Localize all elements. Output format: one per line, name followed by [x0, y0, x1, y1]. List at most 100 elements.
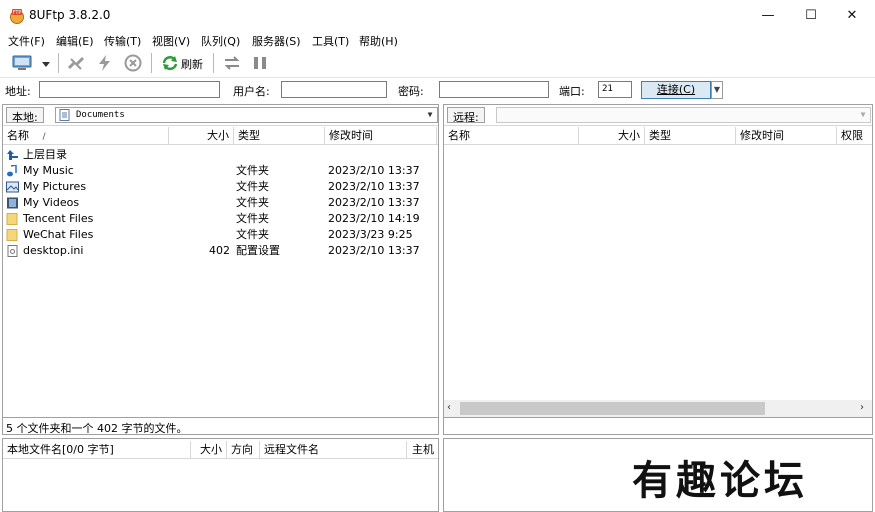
- chevron-down-icon: ▼: [713, 85, 721, 94]
- col-name[interactable]: 名称 /: [3, 127, 169, 145]
- folder-icon: [6, 213, 18, 225]
- file-type: 配置设置: [236, 244, 280, 257]
- file-modified: 2023/3/23 9:25: [328, 228, 413, 241]
- address-label: 地址:: [5, 85, 31, 98]
- list-item[interactable]: My Pictures 文件夹 2023/2/10 13:37: [3, 179, 438, 195]
- refresh-icon: [162, 56, 178, 71]
- port-input[interactable]: 21: [598, 81, 632, 98]
- connect-dropdown-button[interactable]: ▼: [711, 81, 723, 99]
- toolbar: 刷新: [0, 49, 875, 78]
- remote-status-bar: [443, 418, 873, 435]
- cancel-icon[interactable]: [123, 53, 143, 73]
- menu-transfer[interactable]: 传输(T): [104, 33, 141, 49]
- remote-label: 远程:: [447, 107, 485, 124]
- file-name: Tencent Files: [23, 212, 94, 225]
- menu-queue[interactable]: 队列(Q): [201, 33, 240, 49]
- col-direction[interactable]: 方向: [227, 441, 260, 459]
- document-icon: [59, 109, 70, 121]
- menu-view[interactable]: 视图(V): [152, 33, 190, 49]
- list-item[interactable]: WeChat Files 文件夹 2023/3/23 9:25: [3, 227, 438, 243]
- window-title: 8UFtp 3.8.2.0: [29, 8, 111, 22]
- col-modified[interactable]: 修改时间: [325, 127, 437, 145]
- watermark: 有趣论坛: [632, 457, 808, 504]
- col-local-filename[interactable]: 本地文件名[0/0 字节]: [3, 441, 191, 459]
- chevron-down-icon[interactable]: ▼: [856, 108, 870, 122]
- file-type: 文件夹: [236, 164, 269, 177]
- minimize-button[interactable]: —: [752, 4, 784, 28]
- connect-button[interactable]: 连接(C): [641, 81, 711, 99]
- site-manager-icon[interactable]: [11, 53, 35, 73]
- list-item[interactable]: Tencent Files 文件夹 2023/2/10 14:19: [3, 211, 438, 227]
- ini-file-icon: [7, 245, 18, 257]
- list-item[interactable]: desktop.ini 402 配置设置 2023/2/10 13:37: [3, 243, 438, 259]
- file-size: 402: [209, 244, 230, 257]
- file-name: 上层目录: [23, 148, 67, 161]
- scroll-left-icon[interactable]: ‹: [447, 402, 451, 413]
- file-name: desktop.ini: [23, 244, 84, 257]
- list-item[interactable]: 上层目录: [3, 147, 438, 163]
- app-logo-icon: FTP: [10, 9, 24, 24]
- username-input[interactable]: [281, 81, 387, 98]
- address-input[interactable]: [39, 81, 220, 98]
- chevron-down-icon[interactable]: ▼: [423, 108, 437, 122]
- queue-header: 本地文件名[0/0 字节] 大小 方向 远程文件名 主机: [3, 441, 438, 459]
- col-name-label: 名称: [7, 129, 29, 142]
- list-item[interactable]: My Videos 文件夹 2023/2/10 13:37: [3, 195, 438, 211]
- file-modified: 2023/2/10 13:37: [328, 196, 420, 209]
- col-type[interactable]: 类型: [645, 127, 736, 145]
- col-size[interactable]: 大小: [191, 441, 227, 459]
- pause-icon[interactable]: [251, 53, 269, 73]
- connection-bar: 地址: 用户名: 密码: 端口: 21: [0, 79, 875, 101]
- port-label: 端口:: [559, 85, 585, 98]
- col-type[interactable]: 类型: [234, 127, 325, 145]
- file-modified: 2023/2/10 13:37: [328, 244, 420, 257]
- file-modified: 2023/2/10 14:19: [328, 212, 420, 225]
- file-modified: 2023/2/10 13:37: [328, 180, 420, 193]
- sync-icon[interactable]: [222, 53, 242, 73]
- scroll-right-icon[interactable]: ›: [860, 402, 864, 413]
- file-name: My Pictures: [23, 180, 87, 193]
- disconnect-icon[interactable]: [65, 53, 87, 73]
- list-item[interactable]: My Music 文件夹 2023/2/10 13:37: [3, 163, 438, 179]
- file-type: 文件夹: [236, 180, 269, 193]
- col-modified[interactable]: 修改时间: [736, 127, 837, 145]
- close-button[interactable]: ✕: [836, 4, 868, 28]
- col-host[interactable]: 主机: [407, 441, 438, 459]
- title-bar: [0, 0, 875, 31]
- col-size[interactable]: 大小: [169, 127, 234, 145]
- pictures-folder-icon: [6, 181, 19, 193]
- col-size[interactable]: 大小: [579, 127, 645, 145]
- dropdown-arrow-icon[interactable]: [40, 53, 52, 73]
- quick-connect-icon[interactable]: [95, 53, 115, 73]
- password-input[interactable]: [439, 81, 549, 98]
- menu-edit[interactable]: 编辑(E): [56, 33, 94, 49]
- col-name[interactable]: 名称: [444, 127, 579, 145]
- scrollbar-thumb[interactable]: [460, 402, 765, 415]
- local-path-combo[interactable]: Documents ▼: [55, 107, 438, 123]
- col-permissions[interactable]: 权限: [837, 127, 872, 145]
- music-folder-icon: [7, 165, 17, 177]
- local-label: 本地:: [6, 107, 44, 124]
- menu-server[interactable]: 服务器(S): [252, 33, 301, 49]
- menu-bar: 文件(F) 编辑(E) 传输(T) 视图(V) 队列(Q) 服务器(S) 工具(…: [0, 31, 875, 49]
- file-name: WeChat Files: [23, 228, 94, 241]
- toolbar-separator: [58, 53, 59, 73]
- remote-path-row: 远程: ▼: [444, 105, 872, 126]
- username-label: 用户名:: [233, 85, 270, 98]
- maximize-button[interactable]: ☐: [795, 4, 827, 28]
- password-label: 密码:: [398, 85, 424, 98]
- local-file-pane: 本地: Documents ▼ 名称 / 大小 类型 修改时间 上层目录 My …: [2, 104, 439, 418]
- file-type: 文件夹: [236, 196, 269, 209]
- parent-dir-icon: [7, 150, 18, 160]
- menu-help[interactable]: 帮助(H): [359, 33, 398, 49]
- sort-indicator: /: [42, 132, 46, 142]
- remote-path-combo[interactable]: ▼: [496, 107, 871, 123]
- file-modified: 2023/2/10 13:37: [328, 164, 420, 177]
- toolbar-separator: [213, 53, 214, 73]
- menu-tools[interactable]: 工具(T): [312, 33, 349, 49]
- transfer-queue-pane: 本地文件名[0/0 字节] 大小 方向 远程文件名 主机: [2, 438, 439, 512]
- col-remote-filename[interactable]: 远程文件名: [260, 441, 407, 459]
- menu-file[interactable]: 文件(F): [8, 33, 45, 49]
- folder-icon: [6, 229, 18, 241]
- local-path: Documents: [76, 110, 125, 120]
